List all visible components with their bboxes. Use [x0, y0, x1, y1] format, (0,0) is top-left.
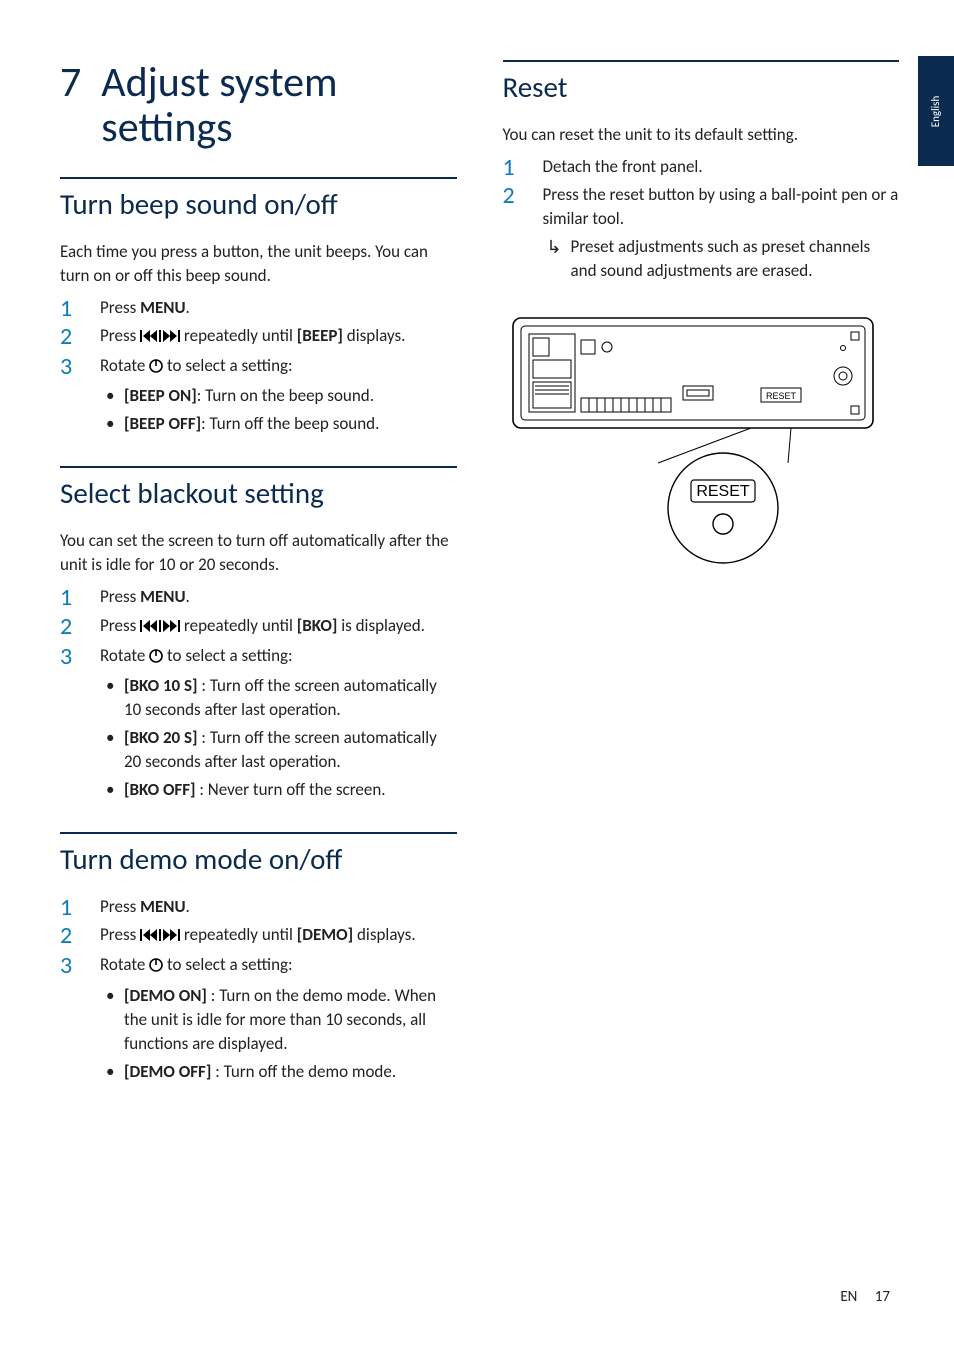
beep-opt-off: [BEEP OFF]: Turn off the beep sound. [100, 412, 457, 436]
reset-diagram: RESET RESET [503, 308, 900, 573]
page-body: 7 Adjust system settings Turn beep sound… [0, 0, 954, 1260]
chapter-title: Adjust system settings [101, 60, 421, 151]
rotary-knob-icon [149, 955, 163, 979]
demo-step-2: Press repeatedly until [DEMO] displays. [60, 923, 457, 949]
demo-options: [DEMO ON] : Turn on the demo mode. When … [60, 984, 457, 1085]
blackout-intro: You can set the screen to turn off autom… [60, 529, 457, 577]
skip-prev-next-icon [140, 616, 180, 640]
section-heading-demo: Turn demo mode on/off [60, 842, 457, 877]
reset-step-1: Detach the front panel. [503, 155, 900, 179]
svg-text:RESET: RESET [765, 391, 796, 401]
blackout-step-2: Press repeatedly until [BKO] is displaye… [60, 614, 457, 640]
language-tab-label: English [930, 95, 943, 126]
section-rule [503, 60, 900, 62]
section-demo: Turn demo mode on/off Press MENU. Press … [60, 832, 457, 979]
section-rule [60, 466, 457, 468]
page-footer: EN 17 [840, 1288, 890, 1306]
section-heading-beep: Turn beep sound on/off [60, 187, 457, 222]
blackout-step-1: Press MENU. [60, 585, 457, 609]
reset-callout-label: RESET [696, 483, 750, 500]
rotary-knob-icon [149, 646, 163, 670]
section-blackout: Select blackout setting You can set the … [60, 466, 457, 802]
section-rule [60, 832, 457, 834]
demo-step-1: Press MENU. [60, 895, 457, 919]
section-rule [60, 177, 457, 179]
chapter-number: 7 [60, 60, 81, 151]
bko-off: [BKO OFF] : Never turn off the screen. [100, 778, 457, 802]
beep-step-1: Press MENU. [60, 296, 457, 320]
skip-prev-next-icon [140, 326, 180, 350]
demo-step-3: Rotate to select a setting: [60, 953, 457, 979]
beep-steps: Press MENU. Press repeatedly until [BEEP… [60, 296, 457, 437]
rotary-knob-icon [149, 356, 163, 380]
language-tab: English [918, 56, 954, 166]
blackout-step-3: Rotate to select a setting: [BKO 10 S] :… [60, 644, 457, 803]
beep-opt-on: [BEEP ON]: Turn on the beep sound. [100, 384, 457, 408]
reset-result: Preset adjustments such as preset channe… [543, 235, 900, 283]
blackout-steps: Press MENU. Press repeatedly until [BKO]… [60, 585, 457, 802]
chapter-heading: 7 Adjust system settings [60, 60, 457, 151]
section-heading-blackout: Select blackout setting [60, 476, 457, 511]
beep-options: [BEEP ON]: Turn on the beep sound. [BEEP… [100, 384, 457, 436]
section-heading-reset: Reset [503, 70, 900, 105]
blackout-options: [BKO 10 S] : Turn off the screen automat… [100, 674, 457, 803]
section-reset: Reset You can reset the unit to its defa… [503, 60, 900, 573]
demo-off: [DEMO OFF] : Turn off the demo mode. [100, 1060, 457, 1084]
reset-steps: Detach the front panel. Press the reset … [503, 155, 900, 284]
bko-20: [BKO 20 S] : Turn off the screen automat… [100, 726, 457, 774]
beep-intro: Each time you press a button, the unit b… [60, 240, 457, 288]
section-beep: Turn beep sound on/off Each time you pre… [60, 177, 457, 437]
footer-lang: EN [840, 1288, 857, 1306]
reset-intro: You can reset the unit to its default se… [503, 123, 900, 147]
reset-step-2: Press the reset button by using a ball-p… [503, 183, 900, 284]
skip-prev-next-icon [140, 925, 180, 949]
beep-step-3: Rotate to select a setting: [BEEP ON]: T… [60, 354, 457, 436]
beep-step-2: Press repeatedly until [BEEP] displays. [60, 324, 457, 350]
bko-10: [BKO 10 S] : Turn off the screen automat… [100, 674, 457, 722]
footer-page: 17 [875, 1288, 890, 1306]
demo-on: [DEMO ON] : Turn on the demo mode. When … [100, 984, 457, 1056]
demo-steps: Press MENU. Press repeatedly until [DEMO… [60, 895, 457, 979]
